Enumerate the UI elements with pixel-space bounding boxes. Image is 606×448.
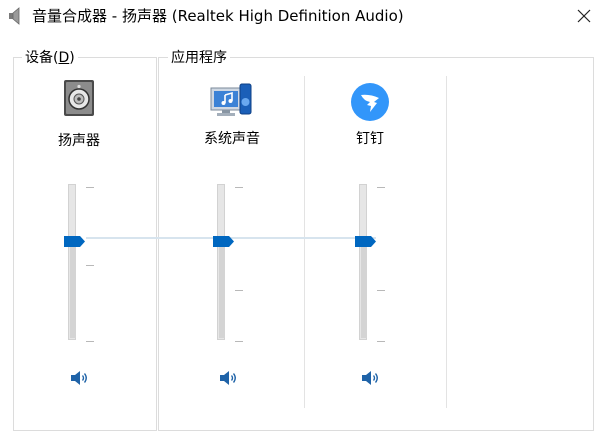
volume-mixer-window: 音量合成器 - 扬声器 (Realtek High Definition Aud… [0,0,606,448]
slider-track [359,184,367,340]
slider-tick [377,290,385,291]
dingtalk-icon [351,83,389,121]
slider-tick [86,187,94,188]
slider-tick [86,341,94,342]
devices-label-suffix: ) [69,50,75,66]
system-sounds-icon [210,83,252,116]
volume-slider-dingtalk[interactable] [355,184,399,344]
speaker-volume-icon [362,371,378,385]
slider-tick [86,265,94,266]
slider-tick [235,290,243,291]
slider-track-fill [361,239,367,338]
close-button[interactable] [566,2,602,30]
mute-button-dingtalk[interactable] [360,368,382,388]
speaker-volume-icon [71,371,87,385]
slider-thumb[interactable] [64,236,86,248]
channel-label-dingtalk: 钉钉 [356,131,384,147]
channel-label-system-sounds: 系统声音 [204,131,260,147]
speaker-volume-icon [220,371,236,385]
volume-slider-speakers[interactable] [64,184,108,344]
mute-button-speakers[interactable] [69,368,91,388]
applications-group-label: 应用程序 [168,49,230,67]
slider-track [217,184,225,340]
column-separator [446,76,447,408]
slider-track-fill [219,239,225,338]
volume-slider-system-sounds[interactable] [213,184,257,344]
column-separator [304,76,305,408]
slider-thumb[interactable] [213,236,235,248]
slider-tick [377,187,385,188]
devices-group-label: 设备(D) [22,49,78,67]
devices-access-key: D [58,50,70,66]
speaker-icon [9,7,20,25]
title-bar[interactable]: 音量合成器 - 扬声器 (Realtek High Definition Aud… [0,0,606,34]
channel-label-speakers: 扬声器 [58,133,100,149]
slider-track [68,184,76,340]
window-title: 音量合成器 - 扬声器 (Realtek High Definition Aud… [32,7,404,25]
slider-thumb[interactable] [355,236,377,248]
close-icon [577,9,591,23]
slider-track-fill [70,239,76,338]
slider-tick [235,341,243,342]
devices-label-text: 设备( [25,50,59,66]
slider-tick [377,341,385,342]
slider-tick [235,187,243,188]
mute-button-system-sounds[interactable] [218,368,240,388]
speaker-device-icon [64,80,94,116]
